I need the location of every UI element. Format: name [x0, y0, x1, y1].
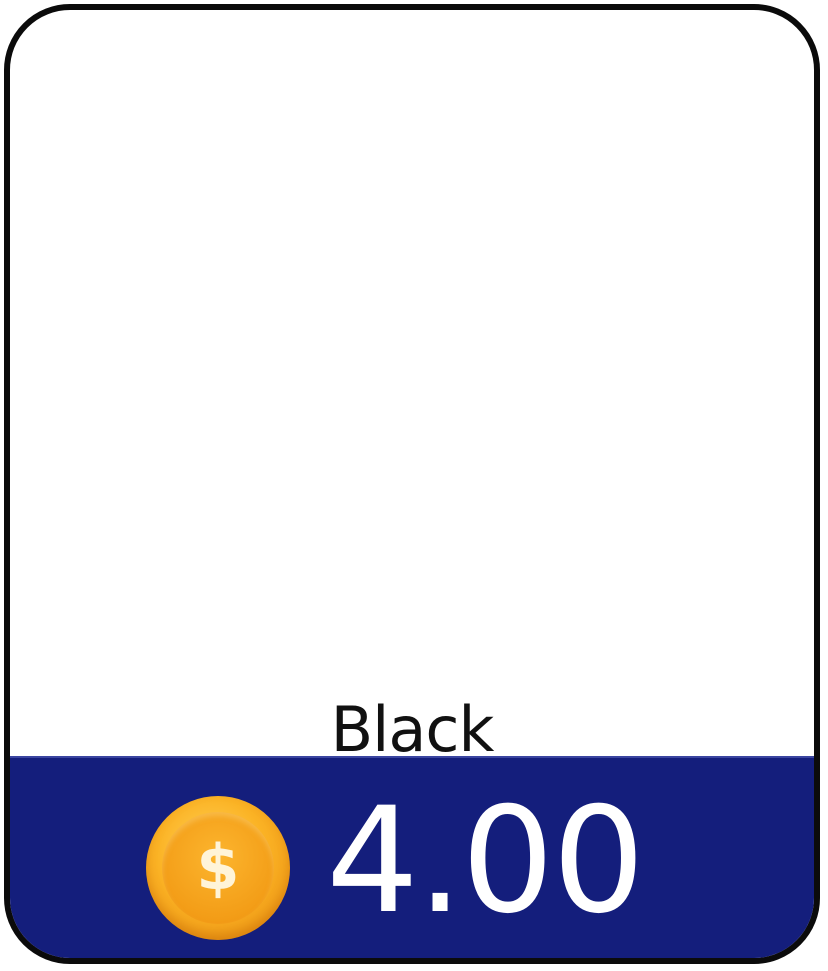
price-bar: $ 4.00	[10, 756, 814, 958]
price-value: 4.00	[326, 776, 645, 946]
coin-face: $	[162, 812, 274, 924]
coin-icon: $	[146, 796, 290, 940]
item-card[interactable]: Black $ 4.00	[4, 4, 820, 964]
currency-symbol: $	[196, 831, 240, 904]
